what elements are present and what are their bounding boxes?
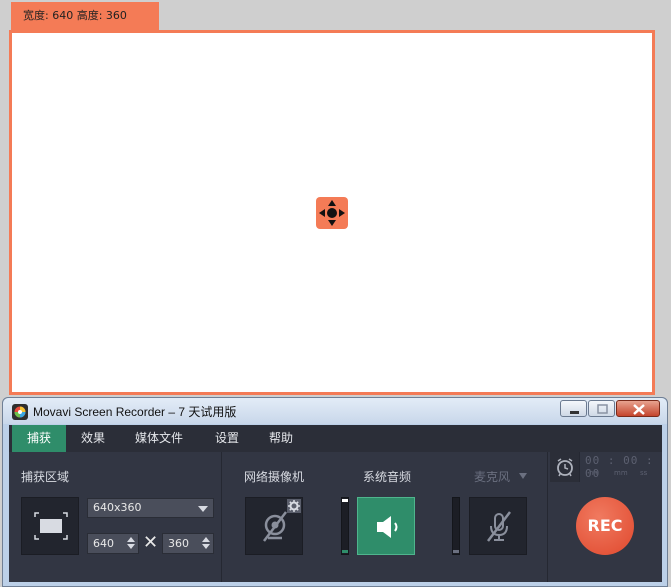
webcam-label: 网络摄像机 (244, 470, 305, 484)
chevron-down-icon (198, 506, 208, 512)
system-audio-toggle[interactable] (357, 497, 415, 555)
menu-bar: 捕获 效果 媒体文件 设置 帮助 (9, 425, 662, 452)
stepper-arrows-icon (202, 537, 210, 549)
capture-area-label: 捕获区域 (21, 470, 70, 484)
capture-size-label: 宽度: 640 高度: 360 (23, 9, 127, 22)
record-label: REC (587, 516, 623, 535)
record-button[interactable]: REC (576, 497, 634, 555)
system-audio-label: 系统音频 (363, 470, 412, 484)
webcam-toggle[interactable] (245, 497, 303, 555)
level-bottom-marker (453, 550, 459, 553)
maximize-icon (597, 404, 608, 414)
alarm-clock-icon (557, 458, 573, 477)
sources-section: 网络摄像机 系统音频 麦克风 (223, 452, 548, 582)
capture-area-section: 捕获区域 640x360 640 ✕ 360 (9, 452, 222, 582)
system-audio-level (341, 497, 349, 555)
area-preset-select[interactable]: 640x360 (87, 498, 214, 518)
height-value: 360 (168, 537, 189, 550)
select-area-button[interactable] (21, 497, 79, 555)
stepper-arrows-icon (127, 537, 135, 549)
microphone-toggle[interactable] (469, 497, 527, 555)
timer-unit-minutes: mm (614, 469, 628, 477)
width-value: 640 (93, 537, 114, 550)
menu-item-help[interactable]: 帮助 (257, 425, 305, 452)
minimize-icon (570, 411, 579, 414)
capture-size-tab: 宽度: 640 高度: 360 (11, 2, 159, 32)
capture-area-icon (34, 512, 68, 540)
movavi-app-icon (12, 404, 28, 420)
recording-section: 00 : 00 : 00 hh mm ss REC (549, 452, 662, 582)
menu-item-settings[interactable]: 设置 (203, 425, 251, 452)
schedule-button[interactable] (550, 452, 580, 482)
microphone-level (452, 497, 460, 555)
chevron-down-icon[interactable] (518, 472, 528, 480)
move-handle[interactable] (316, 197, 348, 229)
maximize-button[interactable] (588, 400, 615, 417)
level-top-marker (342, 499, 348, 502)
close-button[interactable] (616, 400, 660, 417)
microphone-label: 麦克风 (474, 470, 511, 484)
level-bottom-marker (342, 550, 348, 553)
recorder-window: Movavi Screen Recorder – 7 天试用版 捕获 效果 媒体… (2, 397, 668, 587)
microphone-off-icon (487, 511, 511, 542)
menu-item-media-files[interactable]: 媒体文件 (125, 425, 193, 452)
minimize-button[interactable] (560, 400, 587, 417)
speaker-icon (377, 516, 398, 538)
width-stepper[interactable]: 640 (87, 533, 139, 554)
height-stepper[interactable]: 360 (162, 533, 214, 554)
menu-item-effects[interactable]: 效果 (69, 425, 117, 452)
menu-item-capture[interactable]: 捕获 (12, 425, 66, 452)
webcam-settings-button[interactable] (287, 499, 301, 513)
area-preset-value: 640x360 (93, 501, 142, 514)
close-icon (633, 404, 645, 415)
gear-icon (288, 500, 300, 512)
timer-unit-hours: hh (589, 469, 598, 477)
title-bar[interactable]: Movavi Screen Recorder – 7 天试用版 (3, 398, 667, 424)
times-sign: ✕ (143, 532, 159, 553)
main-panel: 捕获 效果 媒体文件 设置 帮助 捕获区域 640x360 640 ✕ 360 … (9, 425, 662, 582)
timer-unit-seconds: ss (640, 469, 648, 477)
window-title: Movavi Screen Recorder – 7 天试用版 (33, 405, 237, 419)
move-arrows-icon (319, 200, 345, 226)
